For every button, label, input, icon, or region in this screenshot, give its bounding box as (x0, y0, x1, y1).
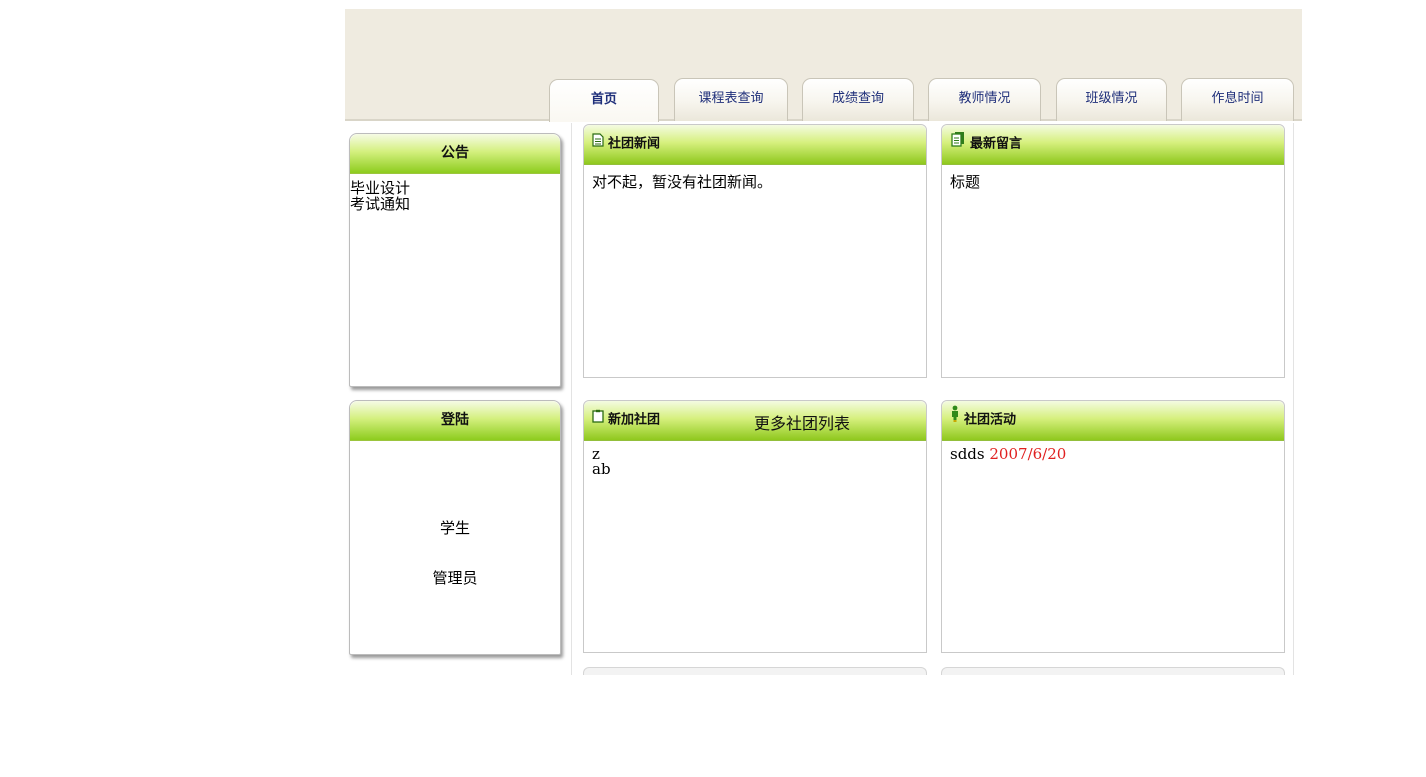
activity-name: sdds (950, 445, 985, 463)
tab-label: 班级情况 (1085, 91, 1138, 106)
login-student-link[interactable]: 学生 (350, 517, 560, 538)
login-title: 登陆 (350, 401, 560, 441)
club-news-header: 社团新闻 (584, 125, 926, 165)
announcement-item[interactable]: 毕业设计 (350, 180, 560, 196)
new-club-item[interactable]: ab (592, 462, 918, 477)
club-activities-header: 社团活动 (942, 401, 1284, 441)
announcement-box: 公告 毕业设计 考试通知 (349, 133, 561, 387)
latest-messages-title: 最新留言 (970, 136, 1023, 152)
more-clubs-link[interactable]: 更多社团列表 (754, 405, 850, 443)
tab-grades[interactable]: 成绩查询 (802, 78, 914, 121)
tab-classes[interactable]: 班级情况 (1056, 78, 1167, 121)
latest-messages-header: 最新留言 (942, 125, 1284, 165)
next-panel-left-top (583, 667, 927, 675)
tab-schedule-times[interactable]: 作息时间 (1181, 78, 1294, 121)
club-news-body: 对不起，暂没有社团新闻。 (592, 173, 773, 191)
activity-item[interactable]: sdds 2007/6/20 (950, 447, 1276, 462)
club-activities-panel: 社团活动 sdds 2007/6/20 (941, 400, 1285, 653)
latest-messages-body[interactable]: 标题 (942, 165, 1284, 198)
tab-label: 教师情况 (958, 91, 1011, 106)
activity-date: 2007/6/20 (989, 445, 1067, 463)
login-box: 登陆 学生 管理员 (349, 400, 561, 655)
next-panel-right-top (941, 667, 1285, 675)
club-activities-list: sdds 2007/6/20 (942, 441, 1284, 468)
clipboard-icon (592, 401, 604, 439)
new-clubs-list: z ab (584, 441, 926, 483)
login-admin-link[interactable]: 管理员 (350, 567, 560, 588)
new-club-item[interactable]: z (592, 447, 918, 462)
club-news-panel: 社团新闻 对不起，暂没有社团新闻。 (583, 124, 927, 378)
tab-label: 课程表查询 (698, 91, 764, 106)
tab-label: 首页 (590, 92, 617, 107)
tab-home[interactable]: 首页 (549, 79, 659, 122)
new-clubs-title: 新加社团 (608, 412, 661, 428)
club-news-title: 社团新闻 (608, 136, 661, 152)
announcement-title: 公告 (350, 134, 560, 174)
tab-label: 作息时间 (1211, 91, 1264, 106)
latest-messages-panel: 最新留言 标题 (941, 124, 1285, 378)
header-banner: 首页 课程表查询 成绩查询 教师情况 班级情况 作息时间 (345, 9, 1302, 122)
tab-label: 成绩查询 (831, 91, 884, 106)
new-clubs-header: 新加社团 更多社团列表 (584, 401, 926, 441)
tab-course-schedule[interactable]: 课程表查询 (674, 78, 788, 121)
club-activities-title: 社团活动 (964, 412, 1017, 428)
announcement-item[interactable]: 考试通知 (350, 196, 560, 212)
document-icon (592, 125, 604, 163)
documents-stack-icon (950, 125, 966, 163)
page-wrapper: 首页 课程表查询 成绩查询 教师情况 班级情况 作息时间 公告 毕业设计 考试通… (345, 9, 1302, 675)
tab-teachers[interactable]: 教师情况 (928, 78, 1041, 121)
new-clubs-panel: 新加社团 更多社团列表 z ab (583, 400, 927, 653)
person-icon (950, 401, 960, 439)
